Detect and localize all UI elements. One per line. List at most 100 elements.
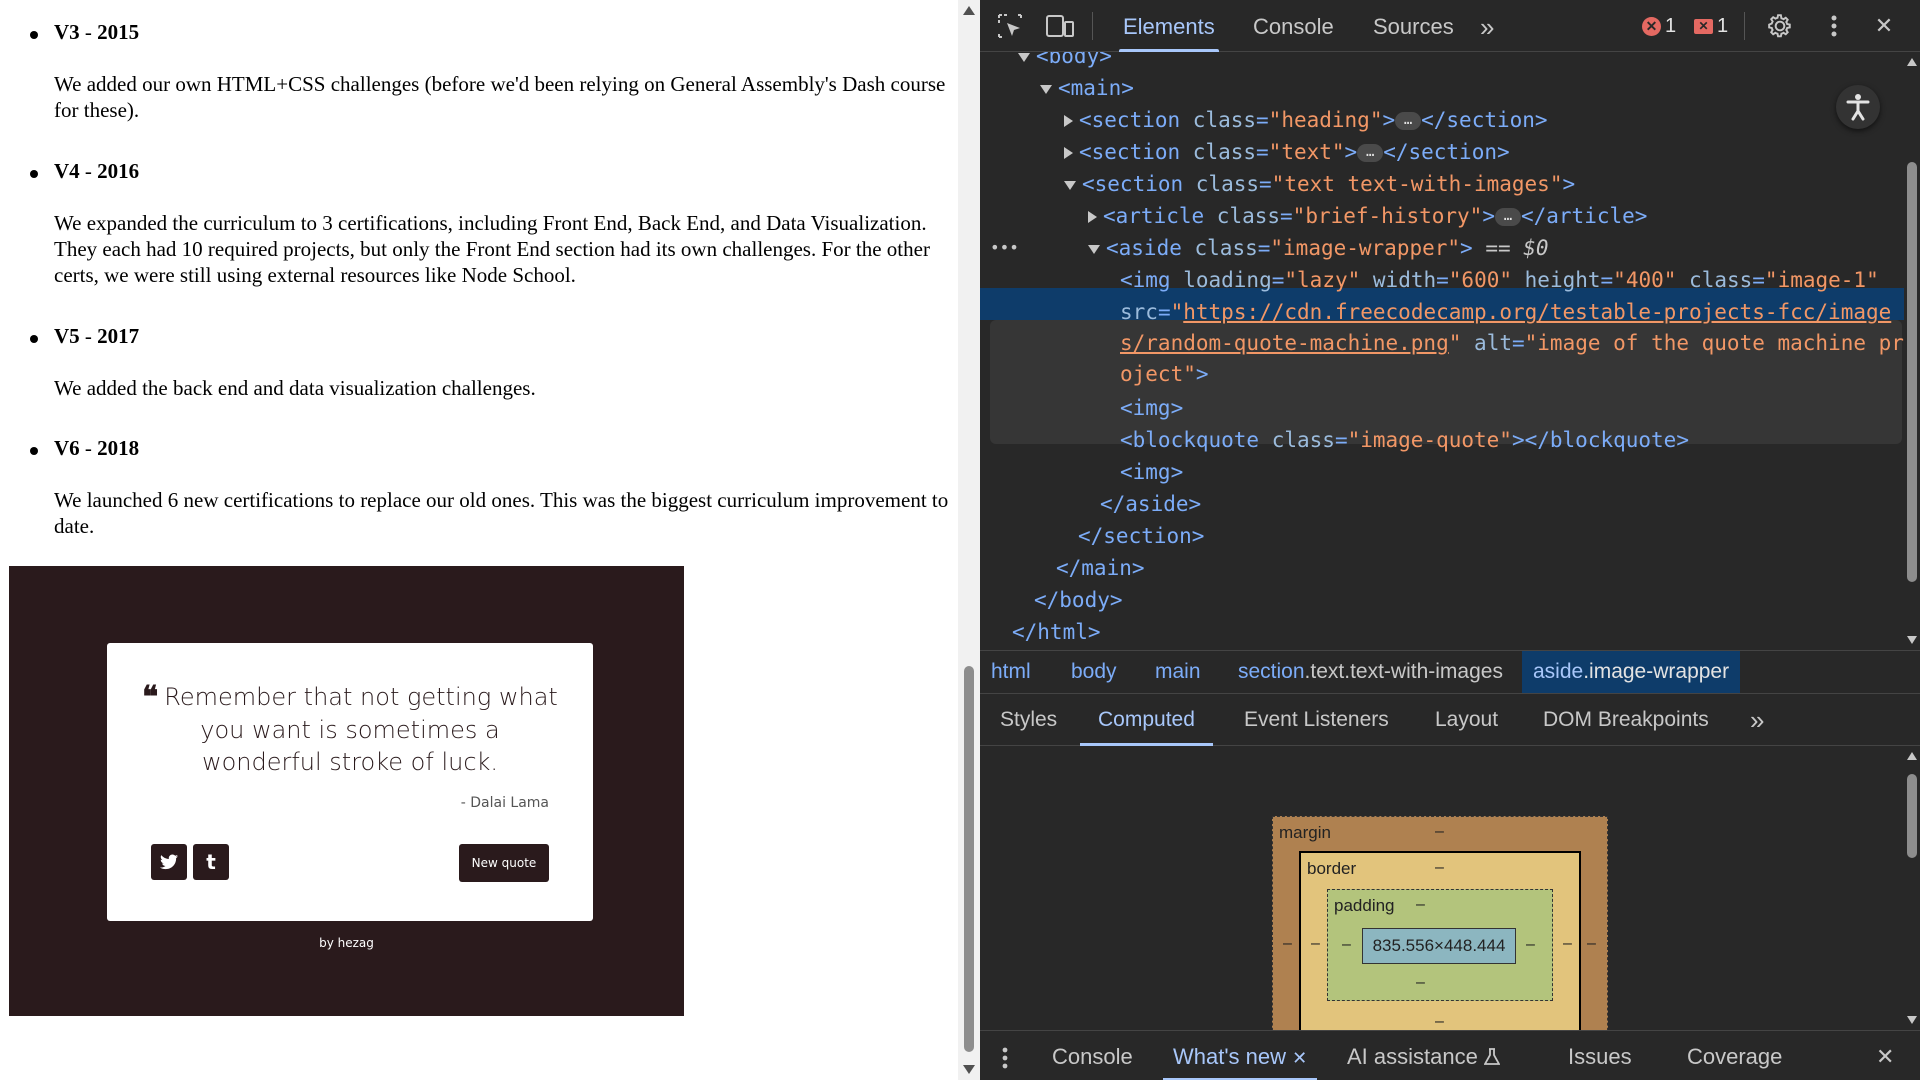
tab-elements[interactable]: Elements <box>1119 0 1219 52</box>
page-scrollbar[interactable] <box>958 0 980 1080</box>
version-heading: V3 - 2015 <box>54 20 140 44</box>
byline: by hezag <box>319 936 374 950</box>
sidebar-tabs: Styles Computed Event Listeners Layout D… <box>980 694 1920 746</box>
history-item-v5: V5 - 2017 We added the back end and data… <box>30 322 950 427</box>
dom-node-main-close: </main> <box>1056 556 1145 580</box>
dom-node-body-close: </body> <box>1034 588 1123 612</box>
tab-console[interactable]: Console <box>1253 0 1334 52</box>
issue-counter[interactable]: ✕ 1 <box>1694 14 1728 38</box>
image-src-link[interactable]: https://cdn.freecodecamp.org/testable-pr… <box>1183 300 1891 324</box>
flask-icon <box>1483 1044 1501 1069</box>
drawer-toolbar: Console What's new ✕ AI assistance Issue… <box>980 1030 1920 1080</box>
box-model-content-size[interactable]: 835.556×448.444 <box>1362 928 1516 964</box>
tab-event-listeners[interactable]: Event Listeners <box>1244 694 1389 746</box>
page-viewport: V3 - 2015 We added our own HTML+CSS chal… <box>0 0 958 1080</box>
dom-node-section-text-with-images[interactable]: <section class="text text-with-images"> <box>1064 168 1575 200</box>
list-item: V4 - 2016 We expanded the curriculum to … <box>30 157 950 288</box>
breadcrumb-html[interactable]: html <box>980 651 1042 693</box>
list-item: V5 - 2017 We added the back end and data… <box>30 322 950 401</box>
collapsed-ellipsis-icon[interactable]: … <box>1494 208 1521 226</box>
settings-gear-icon[interactable] <box>1764 10 1796 42</box>
toolbar-divider <box>1744 12 1745 40</box>
image-src-link[interactable]: s/random-quote-machine.png <box>1120 331 1449 355</box>
dom-node-img-2[interactable]: <img> <box>1120 392 1183 424</box>
dom-node-img-3[interactable]: <img> <box>1120 456 1183 488</box>
close-devtools-icon[interactable]: ✕ <box>1868 10 1900 42</box>
collapsed-ellipsis-icon[interactable]: … <box>1395 112 1422 130</box>
box-model-scrollbar[interactable] <box>1904 746 1920 1030</box>
dom-node-section-heading[interactable]: <section class="heading">… </section> <box>1064 104 1548 136</box>
scrollbar-thumb[interactable] <box>1907 774 1917 858</box>
dom-tree-scrollbar[interactable] <box>1904 52 1920 650</box>
scroll-up-arrow-icon[interactable] <box>1907 752 1917 760</box>
devtools-panel: Elements Console Sources » ✕ 1 ✕ 1 ✕ <body… <box>980 0 1920 1080</box>
version-heading: V5 - 2017 <box>54 324 140 348</box>
box-model-margin[interactable]: margin – – – border – – – – padding – – … <box>1272 816 1608 1030</box>
device-toolbar-icon[interactable] <box>1044 10 1076 42</box>
breadcrumb-main[interactable]: main <box>1144 651 1212 693</box>
bullet <box>30 31 38 39</box>
quote-card: ❝ Remember that not getting what you want… <box>107 643 593 921</box>
quote-mark-icon: ❝ <box>142 680 159 715</box>
breadcrumb-section[interactable]: section.text.text-with-images <box>1227 651 1514 693</box>
more-tabs-icon[interactable]: » <box>1480 0 1494 52</box>
margin-label: margin <box>1279 823 1331 842</box>
scroll-up-arrow-icon[interactable] <box>963 6 975 15</box>
dom-node-section-text[interactable]: <section class="text">… </section> <box>1064 136 1510 168</box>
drawer-tab-ai-assistance[interactable]: AI assistance <box>1347 1031 1501 1080</box>
dom-node-main[interactable]: <main> <box>1040 72 1134 104</box>
issue-icon: ✕ <box>1694 18 1713 34</box>
error-counter[interactable]: ✕ 1 <box>1642 14 1676 38</box>
scrollbar-thumb[interactable] <box>964 666 974 1052</box>
scroll-down-arrow-icon[interactable] <box>1907 1016 1917 1024</box>
tab-computed[interactable]: Computed <box>1080 694 1213 746</box>
drawer-tab-issues[interactable]: Issues <box>1568 1031 1632 1080</box>
close-drawer-icon[interactable]: ✕ <box>1876 1031 1894 1080</box>
list-item: V3 - 2015 We added our own HTML+CSS chal… <box>30 18 950 123</box>
scrollbar-thumb[interactable] <box>1907 162 1917 582</box>
breadcrumb-aside[interactable]: aside.image-wrapper <box>1522 651 1741 693</box>
border-label: border <box>1307 859 1357 878</box>
new-quote-button: New quote <box>459 844 549 882</box>
tab-dom-breakpoints[interactable]: DOM Breakpoints <box>1543 694 1709 746</box>
scroll-down-arrow-icon[interactable] <box>963 1065 975 1074</box>
version-description: We added our own HTML+CSS challenges (be… <box>54 72 946 122</box>
history-item-v3: V3 - 2015 We added our own HTML+CSS chal… <box>30 18 950 149</box>
more-options-icon[interactable] <box>1818 10 1850 42</box>
dom-node-img-alt-cont: oject"> <box>1120 362 1209 386</box>
inspect-element-icon[interactable] <box>994 10 1026 42</box>
devtools-toolbar: Elements Console Sources » ✕ 1 ✕ 1 ✕ <box>980 0 1920 52</box>
tab-layout[interactable]: Layout <box>1435 694 1498 746</box>
dom-node-body[interactable]: <body> <box>1018 52 1112 72</box>
margin-right-value: – <box>1587 935 1596 952</box>
tab-sources[interactable]: Sources <box>1373 0 1454 52</box>
error-icon: ✕ <box>1642 16 1661 36</box>
dom-node-article[interactable]: <article class="brief-history">… </articl… <box>1088 200 1647 232</box>
ai-assist-icon[interactable] <box>1864 358 1904 390</box>
box-model-padding[interactable]: padding – – – – 835.556×448.444 <box>1327 889 1553 1001</box>
scroll-down-arrow-icon[interactable] <box>1907 636 1917 644</box>
drawer-tab-console[interactable]: Console <box>1052 1031 1133 1080</box>
drawer-tab-whats-new[interactable]: What's new ✕ <box>1162 1031 1318 1080</box>
version-heading: V6 - 2018 <box>54 436 140 460</box>
twitter-icon <box>151 844 187 880</box>
dom-node-aside-selected[interactable]: <aside class="image-wrapper"> == $0 <box>1088 232 1549 264</box>
collapsed-ellipsis-icon[interactable]: … <box>1357 144 1384 162</box>
list-item: V6 - 2018 We launched 6 new certificatio… <box>30 434 950 539</box>
accessibility-icon[interactable] <box>1836 85 1880 129</box>
node-actions-icon[interactable]: ••• <box>990 232 1019 264</box>
toolbar-divider <box>1092 12 1093 40</box>
more-tabs-icon[interactable]: » <box>1750 694 1764 746</box>
box-model-border[interactable]: border – – – – padding – – – – 835.556×4… <box>1299 851 1581 1030</box>
drawer-tab-coverage[interactable]: Coverage <box>1687 1031 1782 1080</box>
breadcrumb-body[interactable]: body <box>1060 651 1128 693</box>
box-model-panel: margin – – – border – – – – padding – – … <box>980 746 1904 1030</box>
dom-tree: <body> <main> <section class="heading">…… <box>980 52 1904 650</box>
drawer-menu-icon[interactable] <box>1002 1031 1008 1080</box>
scroll-up-arrow-icon[interactable] <box>1907 58 1917 66</box>
dom-node-img-1[interactable]: <img loading="lazy" width="600" height="… <box>1120 264 1879 296</box>
close-tab-icon[interactable]: ✕ <box>1292 1048 1307 1068</box>
tab-styles[interactable]: Styles <box>1000 694 1057 746</box>
dom-node-blockquote[interactable]: <blockquote class="image-quote"></blockq… <box>1120 424 1689 456</box>
border-left-value: – <box>1311 935 1320 952</box>
